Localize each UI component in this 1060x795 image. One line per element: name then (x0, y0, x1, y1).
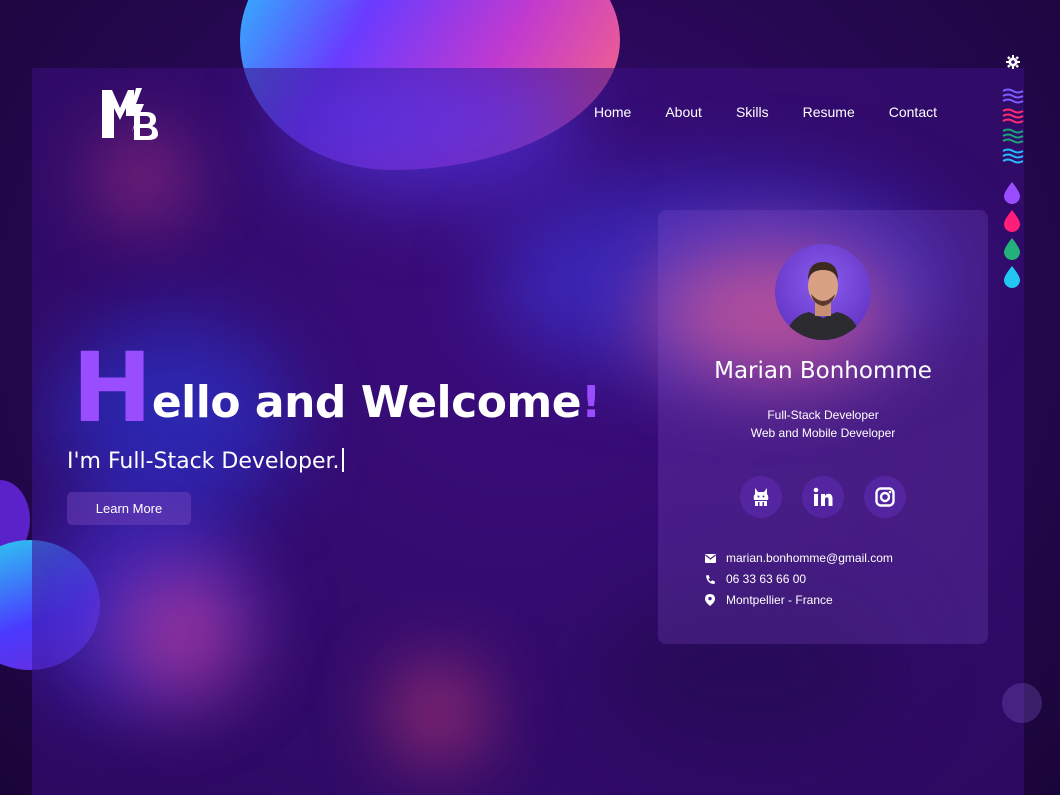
scroll-bubble (1002, 683, 1042, 723)
drop-icon (1004, 266, 1020, 288)
hero-title-initial: H (72, 332, 152, 444)
drop-theme-pink[interactable] (1004, 210, 1020, 236)
glow (122, 568, 242, 698)
wave-icon (1002, 128, 1024, 144)
profile-card: Marian Bonhomme Full-Stack Developer Web… (658, 210, 988, 644)
drop-icon (1004, 182, 1020, 204)
contact-phone: 06 33 63 66 00 (704, 572, 964, 586)
glow (282, 68, 582, 198)
wave-theme-green[interactable] (1002, 128, 1024, 148)
instagram-icon (875, 487, 895, 507)
wave-icon (1002, 108, 1024, 124)
profile-role: Full-Stack Developer (767, 408, 879, 422)
main-nav: Home About Skills Resume Contact (594, 104, 937, 120)
avatar (775, 244, 871, 340)
typing-cursor (341, 448, 344, 472)
wave-theme-blue[interactable] (1002, 148, 1024, 168)
learn-more-button[interactable]: Learn More (67, 492, 191, 525)
nav-skills[interactable]: Skills (736, 104, 769, 120)
instagram-link[interactable] (864, 476, 906, 518)
hero-title-text: ello and Welcome (151, 377, 582, 428)
wave-theme-purple[interactable] (1002, 88, 1024, 108)
hero-title: Hello and Welcome! (72, 340, 601, 436)
drop-icon (1004, 238, 1020, 260)
profile-name: Marian Bonhomme (714, 358, 932, 384)
nav-home[interactable]: Home (594, 104, 631, 120)
avatar-photo (785, 262, 861, 340)
nav-about[interactable]: About (665, 104, 702, 120)
linkedin-link[interactable] (802, 476, 844, 518)
logo[interactable] (100, 86, 160, 142)
location-pin-icon (704, 594, 716, 606)
location-text: Montpellier - France (726, 593, 833, 607)
drop-theme-blue[interactable] (1004, 266, 1020, 292)
gear-icon[interactable] (1006, 54, 1020, 73)
wave-icon (1002, 148, 1024, 164)
hero-title-exclamation: ! (581, 377, 601, 428)
social-links (740, 476, 906, 518)
glow (392, 668, 482, 758)
nav-resume[interactable]: Resume (803, 104, 855, 120)
mail-icon (704, 552, 716, 564)
hero-subtitle: I'm Full-Stack Developer. (67, 448, 344, 474)
phone-text[interactable]: 06 33 63 66 00 (726, 572, 806, 586)
email-text[interactable]: marian.bonhomme@gmail.com (726, 551, 893, 565)
github-link[interactable] (740, 476, 782, 518)
github-icon (753, 488, 769, 506)
logo-mark (102, 88, 158, 140)
glow (102, 138, 182, 218)
wave-icon (1002, 88, 1024, 104)
linkedin-icon (813, 487, 833, 506)
wave-theme-red[interactable] (1002, 108, 1024, 128)
drop-icon (1004, 210, 1020, 232)
main-window: Home About Skills Resume Contact Hello a… (32, 68, 1024, 795)
nav-contact[interactable]: Contact (889, 104, 937, 120)
contact-email: marian.bonhomme@gmail.com (704, 551, 964, 565)
drop-theme-purple[interactable] (1004, 182, 1020, 208)
drop-theme-green[interactable] (1004, 238, 1020, 264)
phone-icon (704, 573, 716, 585)
hero-subtitle-text: I'm Full-Stack Developer. (67, 449, 340, 474)
contact-location: Montpellier - France (704, 593, 964, 607)
page: Home About Skills Resume Contact Hello a… (0, 0, 1060, 795)
profile-role: Web and Mobile Developer (750, 426, 896, 440)
